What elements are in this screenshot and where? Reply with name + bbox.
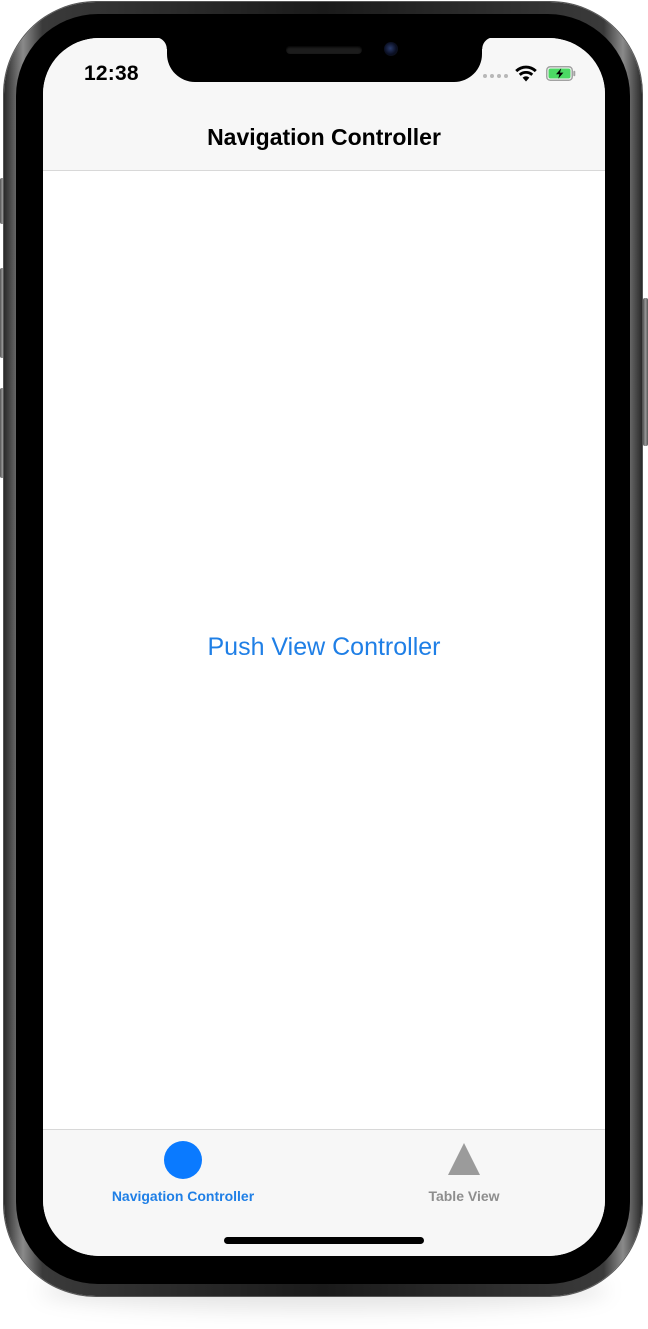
power-button bbox=[643, 298, 648, 446]
wifi-icon bbox=[515, 65, 537, 82]
triangle-icon bbox=[448, 1143, 480, 1175]
tab-bar: Navigation Controller Table View bbox=[43, 1129, 605, 1256]
tab-label: Table View bbox=[428, 1188, 500, 1204]
tab-navigation-controller[interactable]: Navigation Controller bbox=[63, 1130, 303, 1220]
device: 12:38 Navigation Controller Push View Co… bbox=[0, 0, 648, 1329]
status-time: 12:38 bbox=[84, 62, 139, 85]
signal-icon bbox=[483, 74, 508, 78]
tab-table-view[interactable]: Table View bbox=[344, 1130, 584, 1220]
screen: 12:38 Navigation Controller Push View Co… bbox=[43, 38, 605, 1256]
front-camera bbox=[384, 42, 398, 56]
speaker-grille bbox=[286, 46, 362, 54]
circle-icon bbox=[164, 1141, 202, 1179]
main-content: Push View Controller bbox=[43, 171, 605, 1129]
notch bbox=[155, 38, 494, 82]
battery-charging-icon bbox=[546, 66, 576, 81]
home-indicator[interactable] bbox=[224, 1237, 424, 1244]
push-view-controller-button[interactable]: Push View Controller bbox=[43, 632, 605, 663]
navigation-bar: Navigation Controller bbox=[43, 100, 605, 171]
tab-label: Navigation Controller bbox=[111, 1188, 255, 1204]
page-title: Navigation Controller bbox=[207, 124, 441, 150]
